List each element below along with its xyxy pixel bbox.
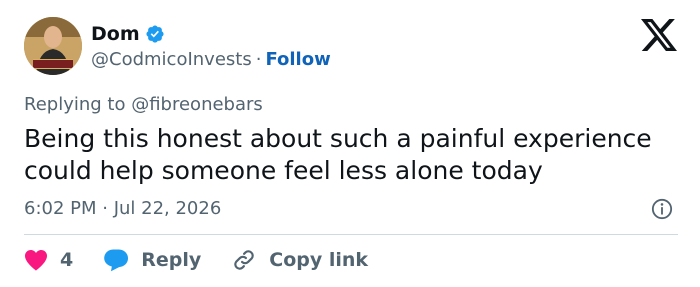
- reply-button[interactable]: Reply: [103, 248, 201, 272]
- info-icon[interactable]: [651, 198, 673, 220]
- replying-to: Replying to @fibreonebars: [24, 93, 263, 117]
- author-handle-row: @CodmicoInvests · Follow: [91, 48, 331, 72]
- avatar-image: [24, 17, 82, 75]
- like-button[interactable]: 4: [24, 249, 73, 271]
- tweet-text-line: Being this honest about such a painful e…: [24, 124, 652, 153]
- x-logo-icon[interactable]: [641, 19, 677, 51]
- copy-link-button[interactable]: Copy link: [231, 247, 368, 273]
- like-count: 4: [60, 249, 74, 271]
- heart-icon: [25, 250, 47, 271]
- avatar[interactable]: [24, 17, 82, 75]
- reply-label: Reply: [141, 249, 202, 271]
- verified-badge-icon: [146, 25, 164, 43]
- link-icon: [234, 250, 254, 270]
- tweet-text-line: could help someone feel less alone today: [24, 156, 543, 185]
- divider: [24, 234, 678, 235]
- author-handle[interactable]: @CodmicoInvests: [91, 48, 252, 72]
- speech-bubble-icon: [104, 249, 129, 272]
- tweet-text: Being this honest about such a painful e…: [24, 123, 684, 187]
- author-name-row: Dom: [91, 22, 165, 46]
- author-display-name[interactable]: Dom: [91, 22, 140, 46]
- tweet-timestamp[interactable]: 6:02 PM · Jul 22, 2026: [24, 197, 221, 221]
- action-bar: 4 Reply Copy link: [24, 246, 368, 274]
- replying-to-prefix: Replying to: [24, 94, 126, 115]
- copy-link-label: Copy link: [269, 249, 369, 271]
- replying-to-mention[interactable]: @fibreonebars: [131, 94, 263, 115]
- separator-dot: ·: [255, 49, 262, 70]
- follow-button[interactable]: Follow: [265, 48, 330, 72]
